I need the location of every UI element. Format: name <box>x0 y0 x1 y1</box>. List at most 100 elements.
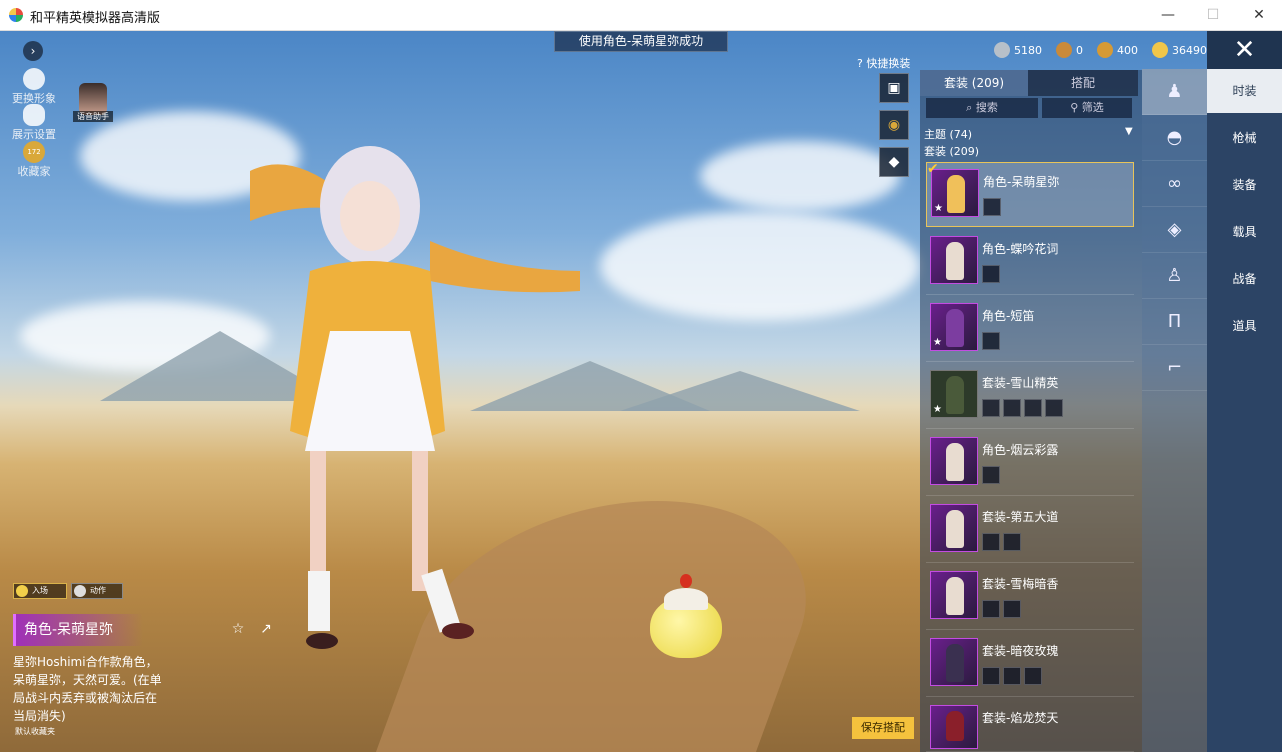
list-item[interactable]: 套装-第五大道 <box>926 498 1134 563</box>
tab-suits[interactable]: 套装 (209) <box>920 70 1028 96</box>
medal-value: 400 <box>1117 43 1138 57</box>
quick-change-label: ? 快捷换装 <box>857 57 911 70</box>
list-item[interactable]: 套装-焰龙焚天 <box>926 699 1134 752</box>
enter-label: 入场 <box>32 586 48 595</box>
theme-dropdown[interactable]: 主题 (74) <box>924 126 972 142</box>
title-bar: 和平精英模拟器高清版 — ☐ ✕ <box>0 0 1282 31</box>
part-slot[interactable] <box>1024 667 1042 685</box>
part-slot[interactable] <box>982 332 1000 350</box>
star-icon: ★ <box>933 337 942 348</box>
default-favorites-label[interactable]: 默认收藏夹 <box>15 726 55 737</box>
main-category-nav: 时装 枪械 装备 载具 战备 道具 <box>1207 69 1282 752</box>
shoes-icon[interactable]: ⌐ <box>1142 345 1207 391</box>
part-slot[interactable] <box>982 466 1000 484</box>
goggles-icon[interactable]: ∞ <box>1142 161 1207 207</box>
outfit-thumbnail <box>930 638 978 686</box>
quick-change-text: 快捷换装 <box>866 57 911 70</box>
category-column: ♟ ◓ ∞ ◈ ♙ Π ⌐ <box>1142 69 1207 752</box>
item-name: 套装-雪山精英 <box>982 376 1059 390</box>
app-logo-icon <box>9 8 23 22</box>
part-slot[interactable] <box>1003 399 1021 417</box>
expand-arrow-button[interactable]: › <box>23 41 43 61</box>
item-name: 角色-烟云彩露 <box>982 443 1059 457</box>
outfit-thumbnail <box>930 504 978 552</box>
voice-assistant-label: 语音助手 <box>73 111 113 122</box>
part-slot[interactable] <box>982 667 1000 685</box>
outfit-icon[interactable]: ♟ <box>1142 69 1207 115</box>
top-icon[interactable]: ♙ <box>1142 253 1207 299</box>
outfit-thumbnail <box>930 571 978 619</box>
list-item[interactable]: 套装-雪梅暗香 <box>926 565 1134 630</box>
voice-assistant-button[interactable]: 语音助手 <box>73 83 113 123</box>
part-slot[interactable] <box>982 265 1000 283</box>
enter-animation-chip[interactable]: 入场 <box>13 583 67 599</box>
list-item[interactable]: 套装-暗夜玫瑰 <box>926 632 1134 697</box>
character-model[interactable] <box>230 131 590 671</box>
outfit-description: 星弥Hoshimi合作款角色，呆萌星弥，天然可爱。(在单局战斗内丢弃或被淘汰后在… <box>13 655 162 723</box>
helmet-icon[interactable]: ◉ <box>879 110 909 140</box>
item-name: 角色-蝶吟花词 <box>982 242 1059 256</box>
filter-button[interactable]: ⚲ 筛选 <box>1042 98 1132 118</box>
nav-items[interactable]: 道具 <box>1207 304 1282 348</box>
display-settings-button[interactable]: 展示设置 <box>4 104 64 142</box>
mask-icon[interactable]: ◈ <box>1142 207 1207 253</box>
part-slot[interactable] <box>1045 399 1063 417</box>
favorite-icon[interactable]: ☆ <box>228 621 248 639</box>
list-item[interactable]: ★ 套装-雪山精英 <box>926 364 1134 429</box>
outfit-list-panel: 套装 (209) 搭配 ⌕ 搜索 ⚲ 筛选 主题 (74) ▼ 套装 (209)… <box>920 70 1142 752</box>
cap-icon[interactable]: ◓ <box>1142 115 1207 161</box>
search-label: 搜索 <box>975 101 998 114</box>
outfit-title: 角色-呆萌星弥 <box>13 614 143 646</box>
pants-icon[interactable]: Π <box>1142 299 1207 345</box>
collection-button[interactable]: 172 收藏家 <box>4 141 64 179</box>
tab-combo[interactable]: 搭配 <box>1028 70 1138 96</box>
bronze-coin-icon <box>1056 42 1072 58</box>
silver-value: 5180 <box>1014 43 1042 57</box>
display-settings-label: 展示设置 <box>12 128 56 141</box>
part-slot[interactable] <box>1003 533 1021 551</box>
currency-silver: 5180 <box>994 42 1042 58</box>
part-slot[interactable] <box>1003 667 1021 685</box>
maximize-button[interactable]: ☐ <box>1190 0 1236 31</box>
share-icon[interactable]: ↗ <box>256 621 276 639</box>
chevron-down-icon[interactable]: ▼ <box>1125 126 1133 137</box>
part-slot[interactable] <box>983 198 1001 216</box>
close-panel-button[interactable]: ✕ <box>1207 31 1282 69</box>
currency-gold: 36490 <box>1152 42 1207 58</box>
nav-battle-prep[interactable]: 战备 <box>1207 257 1282 301</box>
medal-icon <box>1097 42 1113 58</box>
window-title: 和平精英模拟器高清版 <box>30 11 161 26</box>
part-slot[interactable] <box>982 600 1000 618</box>
collection-label: 收藏家 <box>17 165 51 178</box>
eye-icon <box>23 104 45 126</box>
diamond-icon[interactable]: ◆ <box>879 147 909 177</box>
list-item[interactable]: 角色-烟云彩露 <box>926 431 1134 496</box>
minimize-button[interactable]: — <box>1145 0 1191 31</box>
part-slot[interactable] <box>982 399 1000 417</box>
action-chip[interactable]: 动作 <box>71 583 123 599</box>
person-icon <box>23 68 45 90</box>
outfit-thumbnail: ★ <box>930 370 978 418</box>
smile-icon <box>16 585 28 597</box>
nav-fashion[interactable]: 时装 <box>1207 69 1282 113</box>
nav-vehicles[interactable]: 载具 <box>1207 210 1282 254</box>
nav-weapons[interactable]: 枪械 <box>1207 116 1282 160</box>
list-item[interactable]: 角色-蝶吟花词 <box>926 230 1134 295</box>
close-window-button[interactable]: ✕ <box>1236 0 1282 31</box>
part-slot[interactable] <box>1003 600 1021 618</box>
item-name: 角色-呆萌星弥 <box>983 175 1060 189</box>
save-outfit-button[interactable]: 保存搭配 <box>852 717 914 739</box>
list-item[interactable]: ★ ✔ 角色-呆萌星弥 <box>926 161 1134 227</box>
filter-label: 筛选 <box>1081 101 1104 114</box>
list-item[interactable]: ★ 角色-短笛 <box>926 297 1134 362</box>
backpack-icon[interactable]: ▣ <box>879 73 909 103</box>
item-name: 套装-雪梅暗香 <box>982 577 1059 591</box>
part-slot[interactable] <box>982 533 1000 551</box>
nav-equipment[interactable]: 装备 <box>1207 163 1282 207</box>
search-button[interactable]: ⌕ 搜索 <box>926 98 1038 118</box>
gold-value: 36490 <box>1172 43 1207 57</box>
check-icon: ✔ <box>927 161 939 177</box>
star-icon: ★ <box>934 203 943 214</box>
part-slot[interactable] <box>1024 399 1042 417</box>
change-look-button[interactable]: 更换形象 <box>4 68 64 106</box>
